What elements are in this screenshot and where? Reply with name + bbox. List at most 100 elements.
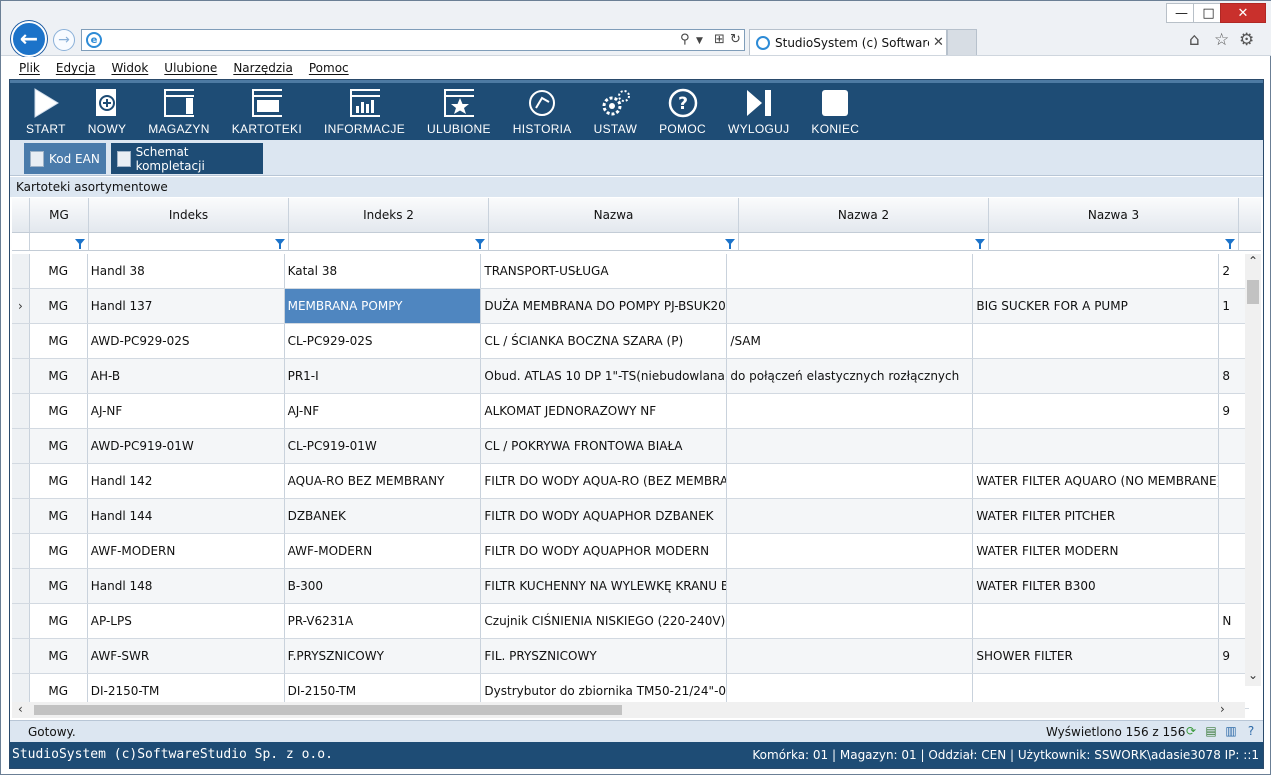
cell-indeks2[interactable]: B-300 <box>285 569 482 603</box>
cell-nazwa2[interactable] <box>727 534 974 568</box>
cell-nazwa[interactable]: TRANSPORT-USŁUGA <box>481 254 728 288</box>
cell-nazwa3[interactable] <box>973 604 1220 638</box>
filter-indeks2[interactable] <box>289 233 489 250</box>
cell-mg[interactable]: MG <box>30 289 88 323</box>
export-icon[interactable]: ▤ <box>1204 724 1218 738</box>
cell-indeks2[interactable]: MEMBRANA POMPY <box>284 289 482 323</box>
filter-indeks[interactable] <box>89 233 289 250</box>
cell-nazwa3[interactable] <box>973 359 1220 393</box>
toolbar-magazyn-button[interactable]: MAGAZYN <box>148 88 209 136</box>
row-selector[interactable] <box>12 394 30 428</box>
menu-narzedzia[interactable]: Narzędzia <box>233 61 293 75</box>
cell-indeks2[interactable]: DZBANEK <box>285 499 482 533</box>
cell-nazwa3[interactable]: WATER FILTER PITCHER <box>973 499 1220 533</box>
table-row[interactable]: MG AWD-PC919-01W CL-PC919-01W CL / POKRYWA … <box>12 429 1249 464</box>
cell-indeks2[interactable]: AQUA-RO BEZ MEMBRANY <box>285 464 482 498</box>
column-header-mg[interactable]: MG <box>30 198 89 232</box>
menu-pomoc[interactable]: Pomoc <box>309 61 349 75</box>
table-row[interactable]: MG AP-LPS PR-V6231A Czujnik CIŚNIENIA NISKI… <box>12 604 1249 639</box>
settings-gear-icon[interactable]: ⚙ <box>1239 30 1254 50</box>
cell-nazwa3[interactable]: BIG SUCKER FOR A PUMP <box>973 289 1220 323</box>
toolbar-informacje-button[interactable]: INFORMACJE <box>324 88 405 136</box>
cell-indeks2[interactable]: F.PRYSZNICOWY <box>285 639 482 673</box>
favorites-star-icon[interactable]: ☆ <box>1214 30 1229 50</box>
filter-icon[interactable] <box>975 238 985 249</box>
row-selector[interactable] <box>12 359 30 393</box>
table-row[interactable]: MG Handl 148 B-300 FILTR KUCHENNY NA WYLEWK… <box>12 569 1249 604</box>
vertical-scrollbar[interactable]: ⌃ ⌄ <box>1245 254 1261 686</box>
cell-nazwa2[interactable] <box>727 499 974 533</box>
cell-nazwa[interactable]: FILTR DO WODY AQUAPHOR MODERN <box>481 534 728 568</box>
cell-mg[interactable]: MG <box>30 604 88 638</box>
cell-indeks2[interactable]: AJ-NF <box>285 394 482 428</box>
filter-nazwa3[interactable] <box>989 233 1239 250</box>
cell-indeks[interactable]: AWF-MODERN <box>88 534 285 568</box>
cell-indeks[interactable]: Handl 38 <box>88 254 285 288</box>
table-row[interactable]: MG AWF-MODERN AWF-MODERN FILTR DO WODY AQUA… <box>12 534 1249 569</box>
cell-nazwa2[interactable] <box>727 464 974 498</box>
cell-nazwa[interactable]: ALKOMAT JEDNORAZOWY NF <box>481 394 728 428</box>
column-header-nazwa3[interactable]: Nazwa 3 <box>989 198 1239 232</box>
current-row-indicator[interactable]: › <box>12 289 30 323</box>
menu-widok[interactable]: Widok <box>111 61 148 75</box>
scroll-down-icon[interactable]: ⌄ <box>1248 668 1258 682</box>
cell-nazwa3[interactable]: SHOWER FILTER <box>973 639 1220 673</box>
menu-plik[interactable]: Plik <box>19 61 40 75</box>
table-row[interactable]: MG Handl 38 Katal 38 TRANSPORT-USŁUGA 2 <box>12 254 1249 289</box>
cell-indeks[interactable]: Handl 148 <box>88 569 285 603</box>
cell-indeks[interactable]: AP-LPS <box>88 604 285 638</box>
filter-icon[interactable] <box>275 238 285 249</box>
address-bar[interactable]: e ⚲ ▼ ⊞ ↻ <box>81 29 745 51</box>
row-selector[interactable] <box>12 639 30 673</box>
print-icon[interactable]: ▥ <box>1224 724 1238 738</box>
cell-nazwa[interactable]: DUŻA MEMBRANA DO POMPY PJ-BSUK202 <box>481 289 728 323</box>
cell-nazwa3[interactable]: WATER FILTER AQUARO (NO MEMBRANE) <box>973 464 1220 498</box>
dropdown-icon[interactable]: ▼ <box>696 36 703 46</box>
cell-indeks2[interactable]: Katal 38 <box>285 254 482 288</box>
cell-nazwa[interactable]: Czujnik CIŚNIENIA NISKIEGO (220-240V) <box>481 604 728 638</box>
row-selector[interactable] <box>12 569 30 603</box>
cell-nazwa2[interactable] <box>727 394 974 428</box>
row-selector[interactable] <box>12 464 30 498</box>
table-row[interactable]: MG AJ-NF AJ-NF ALKOMAT JEDNORAZOWY NF 9 <box>12 394 1249 429</box>
menu-edycja[interactable]: Edycja <box>56 61 96 75</box>
cell-indeks2[interactable]: CL-PC919-01W <box>285 429 482 463</box>
refresh-data-icon[interactable]: ⟳ <box>1184 724 1198 738</box>
cell-nazwa2[interactable] <box>727 429 974 463</box>
cell-nazwa2[interactable] <box>727 569 974 603</box>
cell-indeks2[interactable]: PR-V6231A <box>285 604 482 638</box>
cell-mg[interactable]: MG <box>30 499 88 533</box>
filter-icon[interactable] <box>725 238 735 249</box>
refresh-icon[interactable]: ↻ <box>730 32 741 47</box>
table-row[interactable]: MG AWF-SWR F.PRYSZNICOWY FIL. PRYSZNICOWY SH… <box>12 639 1249 674</box>
cell-mg[interactable]: MG <box>30 464 88 498</box>
cell-nazwa[interactable]: FILTR DO WODY AQUA-RO (BEZ MEMBRANY) <box>481 464 728 498</box>
cell-mg[interactable]: MG <box>30 639 88 673</box>
row-selector[interactable] <box>12 604 30 638</box>
cell-indeks[interactable]: Handl 144 <box>88 499 285 533</box>
toolbar-kartoteki-button[interactable]: KARTOTEKI <box>232 88 302 136</box>
filter-nazwa2[interactable] <box>739 233 989 250</box>
filter-mg[interactable] <box>30 233 89 250</box>
cell-nazwa2[interactable] <box>727 639 974 673</box>
cell-indeks[interactable]: AH-B <box>88 359 285 393</box>
row-selector[interactable] <box>12 324 30 358</box>
menu-ulubione[interactable]: Ulubione <box>164 61 217 75</box>
cell-nazwa[interactable]: CL / POKRYWA FRONTOWA BIAŁA <box>481 429 728 463</box>
toolbar-koniec-button[interactable]: KONIEC <box>811 88 859 136</box>
scroll-right-icon[interactable]: › <box>1220 702 1225 716</box>
toolbar-ulubione-button[interactable]: ULUBIONE <box>427 88 491 136</box>
cell-nazwa2[interactable] <box>727 254 974 288</box>
search-icon[interactable]: ⚲ <box>680 32 690 47</box>
cell-indeks[interactable]: AWD-PC919-01W <box>88 429 285 463</box>
cell-nazwa[interactable]: FIL. PRYSZNICOWY <box>481 639 728 673</box>
row-selector[interactable] <box>12 499 30 533</box>
toolbar-pomoc-button[interactable]: ? POMOC <box>659 88 706 136</box>
kod-ean-button[interactable]: Kod EAN <box>24 143 106 174</box>
cell-nazwa2[interactable]: /SAM <box>727 324 974 358</box>
filter-icon[interactable] <box>75 238 85 249</box>
cell-indeks[interactable]: AJ-NF <box>88 394 285 428</box>
row-selector[interactable] <box>12 534 30 568</box>
cell-indeks2[interactable]: CL-PC929-02S <box>285 324 482 358</box>
column-header-nazwa[interactable]: Nazwa <box>489 198 739 232</box>
